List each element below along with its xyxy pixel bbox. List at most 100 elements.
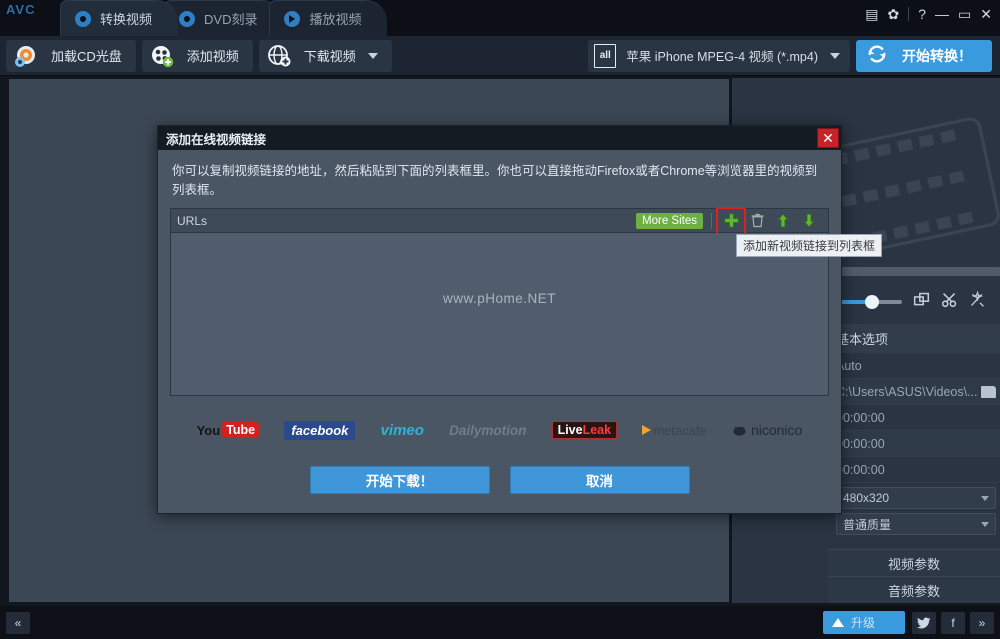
start-download-button[interactable]: 开始下载！: [309, 466, 490, 494]
basic-options-list: 基本选项 Auto C:\Users\ASUS\Videos\... 00:00…: [832, 324, 1000, 535]
play-icon: [284, 10, 301, 27]
trim-scissors-icon[interactable]: [941, 291, 958, 313]
maximize-icon[interactable]: ▭: [958, 7, 971, 21]
collapse-sidebar-button[interactable]: «: [6, 611, 30, 634]
option-row[interactable]: 00:00:00: [832, 431, 1000, 457]
download-video-button[interactable]: 下载视频: [258, 39, 392, 72]
site-logo-youtube[interactable]: You Tube: [197, 422, 260, 438]
niconico-mark-icon: [733, 426, 746, 436]
load-cd-label: 加载CD光盘: [51, 49, 122, 64]
metacafe-mark-icon: [642, 425, 652, 435]
option-row[interactable]: 00:00:00: [832, 457, 1000, 483]
tab-convert-video[interactable]: 转换视频: [60, 0, 179, 36]
site-logo-niconico[interactable]: niconico: [732, 422, 802, 438]
expand-icon[interactable]: »: [970, 611, 994, 634]
option-row[interactable]: 00:00:00: [832, 405, 1000, 431]
tab-dvd-burn[interactable]: DVD刻录: [164, 0, 284, 36]
basic-options-header: 基本选项: [832, 324, 1000, 353]
option-value: 00:00:00: [836, 436, 885, 451]
youtube-text-1: You: [196, 422, 221, 438]
globe-plus-icon: [267, 44, 291, 68]
title-bar: AVC 转换视频 DVD刻录 播放视频 ▤ ✿ ? — ▭ ✕: [0, 0, 1000, 36]
output-format-selector[interactable]: all 苹果 iPhone MPEG-4 视频 (*.mp4): [588, 39, 850, 72]
upgrade-label: 升级: [851, 616, 876, 630]
url-list-body[interactable]: www.pHome.NET: [171, 233, 828, 395]
site-logo-vimeo[interactable]: vimeo: [381, 422, 424, 439]
add-url-icon[interactable]: [716, 206, 746, 235]
url-list-header: URLs More Sites: [171, 206, 828, 235]
chevron-down-icon[interactable]: [367, 52, 378, 59]
crop-icon[interactable]: [913, 291, 930, 313]
tab-dvd-burn-label: DVD刻录: [204, 12, 258, 27]
tab-convert-video-label: 转换视频: [100, 12, 153, 27]
volume-slider-knob[interactable]: [865, 295, 879, 309]
add-video-button[interactable]: 添加视频: [141, 39, 253, 72]
tab-play-video-label: 播放视频: [309, 12, 362, 27]
option-row[interactable]: C:\Users\ASUS\Videos\...: [832, 379, 1000, 405]
add-url-tooltip: 添加新视频链接到列表框: [736, 234, 883, 257]
option-row[interactable]: Auto: [832, 353, 1000, 379]
site-logo-dailymotion[interactable]: Dailymotion: [449, 423, 526, 438]
film-reel-plus-icon: [150, 44, 174, 68]
dialog-footer: 开始下载！ 取消: [158, 466, 841, 494]
chevron-down-icon[interactable]: [830, 52, 840, 59]
audio-parameters-section[interactable]: 音频参数: [828, 576, 1000, 603]
volume-slider[interactable]: [832, 295, 902, 309]
tab-play-video[interactable]: 播放视频: [269, 0, 388, 36]
liveleak-text-1: Live: [557, 423, 583, 437]
cancel-button[interactable]: 取消: [509, 466, 690, 494]
move-down-icon[interactable]: [798, 211, 820, 231]
option-value: C:\Users\ASUS\Videos\...: [836, 384, 978, 399]
effects-icon[interactable]: [969, 290, 986, 313]
social-links: f »: [912, 611, 994, 634]
advanced-options-sections: 视频参数 音频参数: [828, 549, 1000, 603]
site-logo-facebook[interactable]: facebook: [284, 420, 356, 440]
settings-gear-icon[interactable]: ✿: [888, 7, 900, 21]
main-tabs: 转换视频 DVD刻录 播放视频: [60, 0, 388, 36]
delete-url-icon[interactable]: [746, 211, 768, 231]
resolution-select[interactable]: 480x320: [836, 487, 996, 509]
more-sites-button[interactable]: More Sites: [636, 212, 703, 229]
add-online-video-dialog: 添加在线视频链接 ✕ 你可以复制视频链接的地址，然后粘贴到下面的列表框里。你也可…: [157, 125, 883, 514]
site-logo-liveleak[interactable]: LiveLeak: [551, 421, 618, 439]
start-convert-label: 开始转换！: [902, 47, 972, 64]
activity-log-icon[interactable]: ▤: [865, 7, 878, 21]
option-value: 00:00:00: [836, 410, 885, 425]
option-value: 00:00:00: [836, 462, 885, 477]
liveleak-text-2: Leak: [582, 423, 612, 437]
convert-icon: [75, 10, 91, 27]
facebook-icon[interactable]: f: [941, 611, 965, 634]
niconico-text: niconico: [750, 422, 803, 438]
upgrade-arrow-icon: [832, 618, 844, 627]
upgrade-button[interactable]: 升级: [823, 611, 905, 634]
status-bar: « 升级 f »: [0, 606, 1000, 639]
twitter-icon[interactable]: [912, 611, 936, 634]
url-list-panel: URLs More Sites www.pHome.NET: [170, 206, 829, 396]
help-icon[interactable]: ?: [918, 7, 926, 21]
resolution-value: 480x320: [843, 491, 890, 505]
format-profile-icon: all: [594, 43, 617, 68]
quality-select[interactable]: 普通质量: [836, 513, 996, 535]
load-cd-button[interactable]: 加载CD光盘: [6, 39, 136, 72]
supported-sites-bar: You Tube facebook vimeo Dailymotion Live…: [170, 408, 829, 452]
application-window: AVC 转换视频 DVD刻录 播放视频 ▤ ✿ ? — ▭ ✕ 加载CD光盘 添…: [0, 0, 1000, 639]
start-convert-button[interactable]: 开始转换！: [856, 39, 992, 72]
refresh-icon: [866, 43, 888, 68]
app-logo: AVC: [6, 2, 36, 17]
cd-disc-icon: [14, 44, 38, 68]
close-icon[interactable]: ✕: [980, 7, 992, 21]
dialog-title: 添加在线视频链接: [166, 132, 267, 147]
site-watermark: www.pHome.NET: [442, 291, 557, 306]
preview-tools: [832, 286, 1000, 318]
move-up-icon[interactable]: [772, 211, 794, 231]
divider: [711, 212, 712, 229]
download-video-label: 下载视频: [303, 49, 356, 64]
chevron-down-icon[interactable]: [981, 521, 989, 527]
minimize-icon[interactable]: —: [935, 7, 949, 21]
folder-browse-icon[interactable]: [981, 385, 996, 398]
chevron-down-icon[interactable]: [981, 495, 989, 501]
dialog-close-button[interactable]: ✕: [817, 128, 839, 148]
site-logo-metacafe[interactable]: metacafe: [642, 423, 707, 438]
video-parameters-section[interactable]: 视频参数: [828, 549, 1000, 576]
preview-scrollbar[interactable]: [832, 267, 1000, 276]
